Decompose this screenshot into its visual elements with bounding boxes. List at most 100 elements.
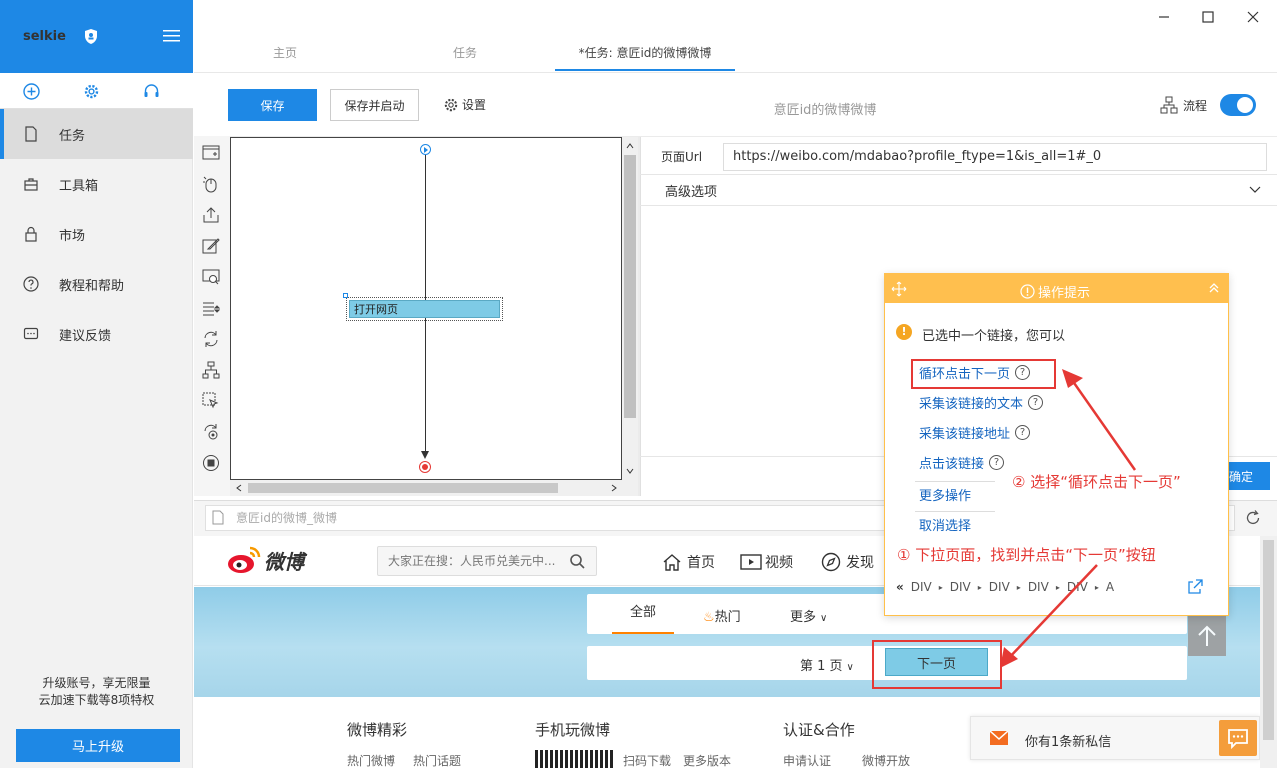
chevron-up-icon[interactable]	[625, 141, 635, 151]
headset-icon[interactable]	[143, 83, 160, 100]
tab-tasks[interactable]: 任务	[453, 44, 477, 61]
captcha-tool-icon[interactable]	[202, 268, 220, 286]
node-selection-handle[interactable]	[343, 293, 348, 298]
weibo-logo[interactable]: 微博	[226, 545, 304, 575]
divider	[194, 72, 1277, 73]
flow-toggle-label: 流程	[1160, 96, 1207, 114]
popup-message: 已选中一个链接，您可以	[922, 329, 1066, 344]
switch-tool-icon[interactable]	[202, 423, 220, 441]
stop-tool-icon[interactable]	[202, 454, 220, 472]
open-page-tool-icon[interactable]	[202, 144, 220, 162]
chevron-down-icon[interactable]	[625, 466, 635, 476]
weibo-search-input[interactable]: 大家正在搜：人民币兑美元中...	[377, 546, 597, 576]
settings-label: 设置	[462, 98, 487, 112]
sidebar-item-feedback[interactable]: 建议反馈	[0, 309, 193, 359]
upgrade-button[interactable]: 马上升级	[16, 729, 180, 762]
annotation-step2: ② 选择“循环点击下一页”	[1012, 473, 1181, 491]
double-chevron-up-icon[interactable]	[1208, 282, 1220, 294]
maximize-icon[interactable]	[1199, 8, 1217, 26]
annotation-arrows	[1000, 369, 1137, 668]
breadcrumb-back-icon[interactable]: «	[896, 580, 904, 594]
chat-button[interactable]	[1219, 720, 1257, 756]
sidebar-item-market[interactable]: 市场	[0, 209, 193, 259]
document-icon	[25, 126, 37, 142]
footer-link[interactable]: 申请认证	[783, 752, 831, 769]
mouse-hover-tool-icon[interactable]	[202, 392, 220, 410]
warning-icon: !	[896, 324, 912, 340]
footer-heading: 微博精彩	[347, 721, 408, 739]
branch-tool-icon[interactable]	[202, 361, 220, 379]
input-tool-icon[interactable]	[202, 237, 220, 255]
select-list-tool-icon[interactable]	[202, 299, 220, 317]
footer-link[interactable]: 微博开放	[862, 752, 910, 769]
tab-more[interactable]: 更多 ∨	[790, 606, 827, 625]
popup-title: 操作提示	[1020, 282, 1090, 301]
chevron-down-icon: ∨	[846, 662, 854, 673]
chevron-right-icon[interactable]	[609, 483, 619, 493]
tab-current-task[interactable]: *任务: 意匠id的微博微博	[555, 38, 735, 71]
option-label: 点击该链接	[919, 457, 985, 472]
chevron-down-icon[interactable]	[1249, 184, 1261, 194]
lock-icon	[25, 226, 37, 242]
weibo-nav-video[interactable]: 视频	[740, 552, 793, 572]
save-button[interactable]: 保存	[228, 89, 317, 121]
add-circle-icon[interactable]	[23, 83, 40, 100]
sidebar-item-help[interactable]: 教程和帮助	[0, 259, 193, 309]
tab-hot[interactable]: ♨热门	[703, 606, 741, 625]
scroll-thumb[interactable]	[248, 483, 558, 493]
footer-link[interactable]: 扫码下载	[623, 752, 671, 769]
chevron-left-icon[interactable]	[234, 483, 244, 493]
footer-link[interactable]: 热门话题	[413, 752, 461, 769]
more-actions-option[interactable]: 更多操作	[919, 485, 971, 504]
settings-button[interactable]: 设置	[443, 96, 486, 113]
flowchart-icon	[1160, 96, 1178, 114]
save-and-run-button[interactable]: 保存并启动	[330, 89, 419, 121]
scroll-thumb[interactable]	[1263, 540, 1274, 740]
breadcrumb-item[interactable]: DIV	[950, 580, 971, 594]
url-input[interactable]: https://weibo.com/mdabao?profile_ftype=1…	[723, 143, 1267, 171]
minimize-icon[interactable]	[1155, 8, 1173, 26]
sidebar-item-label: 工具箱	[59, 178, 99, 194]
nav-label: 发现	[846, 555, 874, 571]
move-icon[interactable]	[891, 281, 907, 297]
extract-tool-icon[interactable]	[202, 206, 220, 224]
weibo-nav-home[interactable]: 首页	[662, 552, 715, 572]
footer-link[interactable]: 热门微博	[347, 752, 395, 769]
advanced-options-row[interactable]	[640, 174, 1277, 206]
flow-toggle[interactable]	[1220, 94, 1256, 116]
chat-bubble-icon	[1228, 729, 1248, 750]
home-icon	[663, 554, 681, 571]
chat-icon	[23, 327, 39, 340]
page-selector[interactable]: 第 1 页 ∨	[800, 655, 854, 674]
video-icon	[740, 554, 762, 570]
sidebar-item-tasks[interactable]: 任务	[0, 109, 193, 159]
weibo-nav-discover[interactable]: 发现	[821, 552, 874, 572]
scroll-thumb[interactable]	[624, 155, 636, 418]
click-tool-icon[interactable]	[202, 175, 220, 193]
workflow-node-open-page[interactable]: 打开网页	[346, 297, 503, 321]
new-message-notice[interactable]	[970, 716, 1260, 760]
confirm-button[interactable]: 确定	[1228, 462, 1270, 490]
close-icon[interactable]	[1244, 8, 1262, 26]
qr-code-strip	[535, 750, 613, 768]
weibo-logo-icon	[228, 546, 261, 573]
upgrade-promo: 升级账号，享无限量 云加速下载等8项特权	[0, 675, 193, 709]
shield-badge-icon	[85, 29, 97, 44]
sidebar-item-toolbox[interactable]: 工具箱	[0, 159, 193, 209]
node-label: 打开网页	[349, 300, 500, 318]
page-icon	[212, 510, 224, 525]
new-message-text: 你有1条新私信	[1025, 735, 1112, 750]
tab-home[interactable]: 主页	[273, 44, 297, 61]
mail-icon	[990, 731, 1008, 745]
cancel-selection-option[interactable]: 取消选择	[919, 515, 971, 534]
tab-all[interactable]: 全部	[612, 594, 674, 634]
hamburger-menu-icon[interactable]	[163, 29, 180, 43]
page-label: 第 1 页	[800, 659, 843, 674]
footer-link[interactable]: 更多版本	[683, 752, 731, 769]
breadcrumb-item[interactable]: DIV	[911, 580, 932, 594]
gear-icon[interactable]	[83, 83, 100, 100]
loop-tool-icon[interactable]	[202, 330, 220, 348]
refresh-icon[interactable]	[1244, 509, 1262, 527]
flow-arrowhead	[421, 451, 429, 459]
search-icon[interactable]	[569, 553, 585, 569]
